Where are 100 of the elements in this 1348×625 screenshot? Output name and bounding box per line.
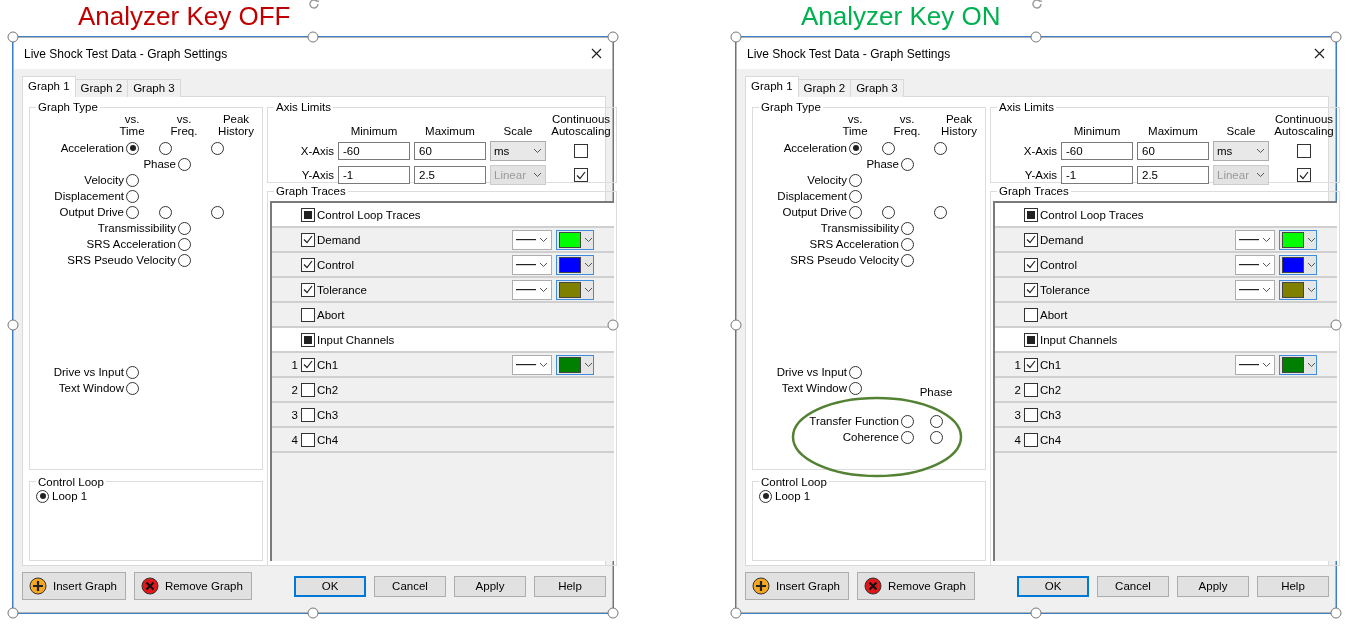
radio-button[interactable] — [901, 237, 914, 251]
radio-button[interactable] — [901, 414, 914, 428]
checkbox[interactable] — [301, 332, 315, 347]
radio-button[interactable] — [126, 205, 139, 219]
insert-graph-button[interactable]: Insert Graph — [745, 572, 849, 600]
checkbox[interactable] — [301, 357, 315, 372]
checkbox[interactable] — [1024, 282, 1038, 297]
resize-handle[interactable] — [607, 607, 619, 619]
radio-button[interactable] — [178, 157, 191, 171]
resize-handle[interactable] — [730, 319, 742, 331]
checkbox[interactable] — [301, 232, 315, 247]
radio-button[interactable] — [158, 205, 172, 219]
input-field[interactable]: -60 — [1061, 142, 1133, 160]
checkbox[interactable] — [1024, 332, 1038, 347]
radio-button[interactable] — [933, 141, 947, 155]
resize-handle[interactable] — [607, 319, 619, 331]
radio-button[interactable] — [849, 141, 862, 155]
radio-button[interactable] — [901, 430, 914, 444]
color-dropdown[interactable] — [556, 254, 594, 275]
radio-button[interactable] — [210, 141, 224, 155]
checkbox[interactable] — [1024, 432, 1038, 447]
remove-graph-button[interactable]: Remove Graph — [133, 572, 252, 600]
input-field[interactable]: -1 — [1061, 166, 1133, 184]
input-field[interactable]: 2.5 — [1137, 166, 1209, 184]
line-style-dropdown[interactable] — [512, 279, 552, 300]
resize-handle[interactable] — [730, 607, 742, 619]
line-style-dropdown[interactable] — [1235, 279, 1275, 300]
radio-button[interactable] — [759, 489, 772, 503]
color-dropdown[interactable] — [1279, 254, 1317, 275]
radio-button[interactable] — [126, 189, 139, 203]
rotate-icon[interactable] — [307, 0, 321, 11]
checkbox[interactable] — [301, 382, 315, 397]
close-icon[interactable] — [591, 48, 602, 59]
dialog-button[interactable]: Apply — [1177, 575, 1249, 597]
resize-handle[interactable] — [1030, 607, 1042, 619]
radio-button[interactable] — [178, 253, 191, 267]
checkbox[interactable] — [1024, 232, 1038, 247]
checkbox[interactable] — [1297, 168, 1311, 182]
input-field[interactable]: 2.5 — [414, 166, 486, 184]
checkbox[interactable] — [301, 282, 315, 297]
dialog-button[interactable]: OK — [294, 575, 366, 597]
resize-handle[interactable] — [730, 31, 742, 43]
line-style-dropdown[interactable] — [1235, 354, 1275, 375]
radio-button[interactable] — [178, 221, 191, 235]
checkbox[interactable] — [301, 257, 315, 272]
checkbox[interactable] — [1024, 407, 1038, 422]
color-dropdown[interactable] — [556, 279, 594, 300]
tab[interactable]: Graph 2 — [74, 79, 129, 97]
resize-handle[interactable] — [1330, 31, 1342, 43]
radio-button[interactable] — [178, 237, 191, 251]
rotate-icon[interactable] — [1030, 0, 1044, 11]
checkbox[interactable] — [1024, 357, 1038, 372]
radio-button[interactable] — [126, 173, 139, 187]
radio-button[interactable] — [901, 253, 914, 267]
checkbox[interactable] — [301, 407, 315, 422]
color-dropdown[interactable] — [1279, 229, 1317, 250]
radio-button[interactable] — [126, 365, 139, 379]
line-style-dropdown[interactable] — [1235, 229, 1275, 250]
line-style-dropdown[interactable] — [1235, 254, 1275, 275]
radio-button[interactable] — [126, 381, 139, 395]
checkbox[interactable] — [301, 207, 315, 222]
resize-handle[interactable] — [307, 607, 319, 619]
resize-handle[interactable] — [7, 31, 19, 43]
color-dropdown[interactable] — [1279, 279, 1317, 300]
line-style-dropdown[interactable] — [512, 254, 552, 275]
resize-handle[interactable] — [7, 607, 19, 619]
scale-dropdown[interactable]: ms — [490, 141, 546, 161]
radio-button[interactable] — [158, 141, 172, 155]
line-style-dropdown[interactable] — [512, 229, 552, 250]
input-field[interactable]: -60 — [338, 142, 410, 160]
checkbox[interactable] — [1024, 207, 1038, 222]
color-dropdown[interactable] — [556, 229, 594, 250]
radio-button[interactable] — [849, 365, 862, 379]
insert-graph-button[interactable]: Insert Graph — [22, 572, 126, 600]
tab[interactable]: Graph 2 — [797, 79, 852, 97]
resize-handle[interactable] — [7, 319, 19, 331]
dialog-button[interactable]: Cancel — [374, 575, 446, 597]
color-dropdown[interactable] — [556, 354, 594, 375]
close-icon[interactable] — [1314, 48, 1325, 59]
input-field[interactable]: 60 — [1137, 142, 1209, 160]
checkbox[interactable] — [1024, 307, 1038, 322]
radio-button[interactable] — [901, 157, 914, 171]
radio-button[interactable] — [849, 205, 862, 219]
radio-button[interactable] — [210, 205, 224, 219]
dialog-button[interactable]: Help — [1257, 575, 1329, 597]
radio-button[interactable] — [849, 381, 862, 395]
checkbox[interactable] — [1024, 382, 1038, 397]
resize-handle[interactable] — [1330, 319, 1342, 331]
radio-button[interactable] — [126, 141, 139, 155]
dialog-button[interactable]: Cancel — [1097, 575, 1169, 597]
scale-dropdown[interactable]: ms — [1213, 141, 1269, 161]
input-field[interactable]: -1 — [338, 166, 410, 184]
remove-graph-button[interactable]: Remove Graph — [856, 572, 975, 600]
dialog-button[interactable]: Apply — [454, 575, 526, 597]
input-field[interactable]: 60 — [414, 142, 486, 160]
checkbox[interactable] — [301, 432, 315, 447]
radio-button[interactable] — [929, 430, 943, 444]
checkbox[interactable] — [1024, 257, 1038, 272]
resize-handle[interactable] — [1030, 31, 1042, 43]
checkbox[interactable] — [574, 168, 588, 182]
